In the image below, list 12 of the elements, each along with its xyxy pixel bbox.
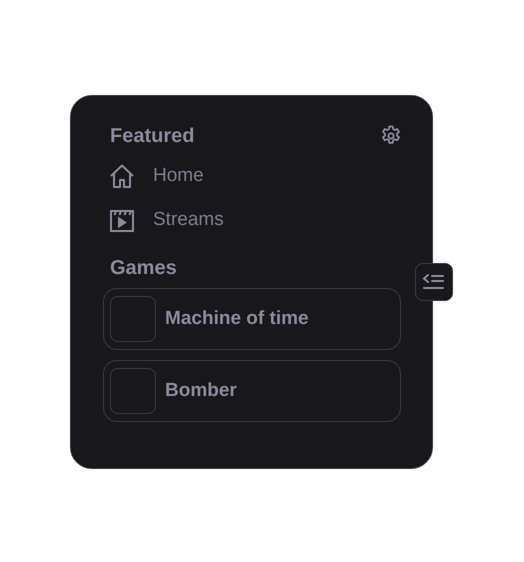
game-item[interactable]: Bomber bbox=[103, 360, 401, 422]
section-heading: Featured bbox=[110, 125, 194, 148]
nav-item[interactable]: Home bbox=[109, 154, 401, 198]
nav-item[interactable]: Streams bbox=[109, 198, 401, 242]
collapse-icon bbox=[422, 272, 446, 292]
clapperboard-icon bbox=[109, 207, 135, 233]
collapse-button[interactable] bbox=[415, 263, 453, 301]
game-thumbnail bbox=[110, 296, 156, 342]
game-item[interactable]: Machine of time bbox=[103, 288, 401, 350]
house-icon bbox=[109, 163, 135, 189]
section-heading: Games bbox=[110, 257, 177, 280]
game-thumbnail bbox=[110, 368, 156, 414]
